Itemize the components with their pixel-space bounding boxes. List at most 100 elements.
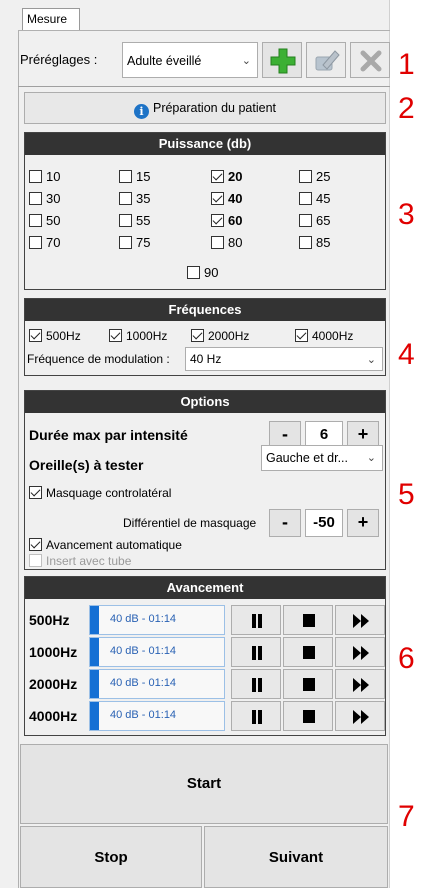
add-preset-button[interactable] xyxy=(262,42,302,78)
fast-forward-button[interactable] xyxy=(335,701,385,731)
annotation-2: 2 xyxy=(398,92,415,125)
chevron-down-icon: ⌄ xyxy=(366,354,376,366)
checkbox-label: 10 xyxy=(46,169,61,184)
checkbox-label: 25 xyxy=(316,169,331,184)
checkbox-label: 70 xyxy=(46,235,61,250)
checkbox-box xyxy=(119,214,132,227)
modulation-label: Fréquence de modulation : xyxy=(27,352,170,366)
progress-fill xyxy=(90,670,100,698)
checkbox-60[interactable]: 60 xyxy=(211,213,242,231)
checkbox-25[interactable]: 25 xyxy=(299,169,330,187)
progress-fill xyxy=(90,702,100,730)
ears-dropdown[interactable]: Gauche et dr... ⌄ xyxy=(261,445,383,471)
checkbox-1000hz[interactable]: 1000Hz xyxy=(109,328,167,346)
presets-dropdown[interactable]: Adulte éveillé ⌄ xyxy=(122,42,258,78)
stop-button[interactable]: Stop xyxy=(20,826,202,888)
checkbox-55[interactable]: 55 xyxy=(119,213,150,231)
checkbox-box xyxy=(29,538,42,551)
checkbox-40[interactable]: 40 xyxy=(211,191,242,209)
checkbox-15[interactable]: 15 xyxy=(119,169,150,187)
pause-icon xyxy=(252,614,262,628)
annotation-3: 3 xyxy=(398,198,415,231)
masking-diff-increment-button[interactable]: + xyxy=(347,509,379,537)
start-button[interactable]: Start xyxy=(20,744,388,824)
checkbox-box xyxy=(299,214,312,227)
edit-icon xyxy=(315,50,340,71)
checkbox-box xyxy=(299,236,312,249)
fast-forward-button[interactable] xyxy=(335,669,385,699)
pause-icon xyxy=(252,678,262,692)
stop-icon xyxy=(303,614,315,627)
checkbox-label: 50 xyxy=(46,213,61,228)
annotation-1: 1 xyxy=(398,48,415,81)
checkbox-2000hz[interactable]: 2000Hz xyxy=(191,328,249,346)
pause-button[interactable] xyxy=(231,669,281,699)
next-button[interactable]: Suivant xyxy=(204,826,388,888)
checkbox-label: 15 xyxy=(136,169,151,184)
measurement-panel: Mesure Préréglages : Adulte éveillé ⌄ i … xyxy=(0,0,390,888)
checkbox-label: 1000Hz xyxy=(126,329,168,343)
ears-label: Oreille(s) à tester xyxy=(29,457,144,473)
pause-button[interactable] xyxy=(231,637,281,667)
checkbox-80[interactable]: 80 xyxy=(211,235,242,253)
insert-tube-checkbox[interactable]: Insert avec tube xyxy=(29,553,131,571)
patient-preparation-label: Préparation du patient xyxy=(152,101,276,115)
fast-forward-button[interactable] xyxy=(335,605,385,635)
fast-forward-icon xyxy=(353,614,369,628)
presets-row: Préréglages : Adulte éveillé ⌄ xyxy=(18,38,390,82)
checkbox-35[interactable]: 35 xyxy=(119,191,150,209)
progress-status: 40 dB - 01:14 xyxy=(110,645,177,657)
checkbox-90[interactable]: 90 xyxy=(187,265,218,283)
checkbox-box xyxy=(299,170,312,183)
checkbox-box xyxy=(187,266,200,279)
checkbox-50[interactable]: 50 xyxy=(29,213,60,231)
edit-preset-button[interactable] xyxy=(306,42,346,78)
checkbox-box xyxy=(211,192,224,205)
pause-button[interactable] xyxy=(231,605,281,635)
checkbox-box xyxy=(211,170,224,183)
progress-freq-label: 2000Hz xyxy=(29,676,78,692)
delete-preset-button[interactable] xyxy=(350,42,390,78)
progress-bar: 40 dB - 01:14 xyxy=(89,701,225,731)
modulation-dropdown[interactable]: 40 Hz ⌄ xyxy=(185,347,383,371)
checkbox-70[interactable]: 70 xyxy=(29,235,60,253)
checkbox-10[interactable]: 10 xyxy=(29,169,60,187)
checkbox-75[interactable]: 75 xyxy=(119,235,150,253)
stop-button[interactable] xyxy=(283,701,333,731)
pause-button[interactable] xyxy=(231,701,281,731)
progress-status: 40 dB - 01:14 xyxy=(110,677,177,689)
checkbox-label: 80 xyxy=(228,235,243,250)
pause-icon xyxy=(252,710,262,724)
annotation-6: 6 xyxy=(398,642,415,675)
stop-button[interactable] xyxy=(283,669,333,699)
checkbox-box xyxy=(29,486,42,499)
stop-button[interactable] xyxy=(283,605,333,635)
progress-bar: 40 dB - 01:14 xyxy=(89,637,225,667)
checkbox-30[interactable]: 30 xyxy=(29,191,60,209)
patient-preparation-button[interactable]: i Préparation du patient xyxy=(24,92,386,124)
fast-forward-button[interactable] xyxy=(335,637,385,667)
tab-mesure[interactable]: Mesure xyxy=(22,8,80,30)
annotation-4: 4 xyxy=(398,338,415,371)
fast-forward-icon xyxy=(353,678,369,692)
masking-diff-value[interactable]: -50 xyxy=(305,509,343,537)
progress-status: 40 dB - 01:14 xyxy=(110,613,177,625)
checkbox-500hz[interactable]: 500Hz xyxy=(29,328,81,346)
checkbox-box xyxy=(29,214,42,227)
masking-diff-decrement-button[interactable]: - xyxy=(269,509,301,537)
progress-freq-label: 4000Hz xyxy=(29,708,78,724)
checkbox-45[interactable]: 45 xyxy=(299,191,330,209)
chevron-down-icon: ⌄ xyxy=(241,55,251,67)
contralateral-masking-checkbox[interactable]: Masquage controlatéral xyxy=(29,485,171,503)
checkbox-65[interactable]: 65 xyxy=(299,213,330,231)
progress-status: 40 dB - 01:14 xyxy=(110,709,177,721)
checkbox-20[interactable]: 20 xyxy=(211,169,242,187)
checkbox-box xyxy=(119,192,132,205)
plus-icon xyxy=(270,48,296,74)
ears-value: Gauche et dr... xyxy=(266,451,348,465)
checkbox-label: 30 xyxy=(46,191,61,206)
fast-forward-icon xyxy=(353,710,369,724)
checkbox-85[interactable]: 85 xyxy=(299,235,330,253)
stop-button[interactable] xyxy=(283,637,333,667)
checkbox-4000hz[interactable]: 4000Hz xyxy=(295,328,353,346)
